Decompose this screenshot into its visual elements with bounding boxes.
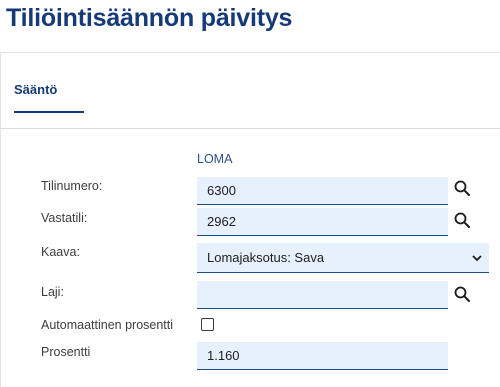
kaava-select[interactable]: Lomajaksotus: Sava xyxy=(197,243,489,273)
search-icon[interactable] xyxy=(454,286,470,302)
tilinumero-label: Tilinumero: xyxy=(41,179,103,193)
section-label: LOMA xyxy=(197,152,233,166)
prosentti-input[interactable] xyxy=(197,342,448,370)
tab-bar: Sääntö xyxy=(0,52,500,129)
search-icon[interactable] xyxy=(454,212,470,228)
automaattinen-prosentti-checkbox[interactable] xyxy=(201,318,214,331)
prosentti-label: Prosentti xyxy=(41,345,91,359)
laji-label: Laji: xyxy=(41,285,64,299)
automaattinen-prosentti-label: Automaattinen prosentti xyxy=(41,318,174,332)
laji-input[interactable] xyxy=(197,281,448,309)
search-icon[interactable] xyxy=(454,180,470,196)
chevron-down-icon xyxy=(472,255,482,262)
tilinumero-input[interactable] xyxy=(197,177,448,205)
vastatili-label: Vastatili: xyxy=(41,211,88,225)
page-title: Tiliöintisäännön päivitys xyxy=(6,4,293,32)
kaava-selected-value: Lomajaksotus: Sava xyxy=(207,250,325,265)
vastatili-input[interactable] xyxy=(197,208,448,236)
tab-saanto[interactable]: Sääntö xyxy=(14,82,57,97)
kaava-label: Kaava: xyxy=(41,245,80,259)
tab-active-indicator xyxy=(14,111,84,113)
